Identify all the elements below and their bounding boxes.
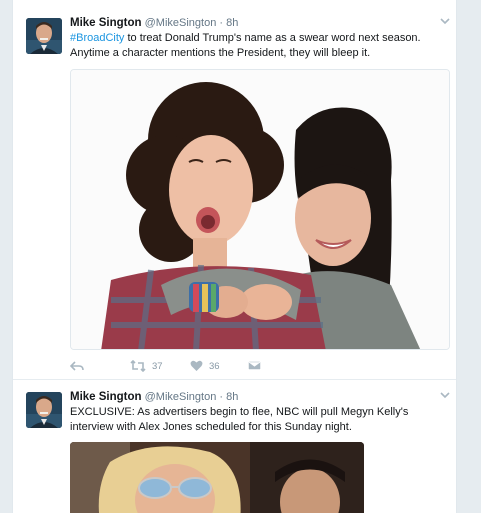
- retweet-button[interactable]: 37: [130, 360, 190, 372]
- like-count: 36: [209, 360, 220, 372]
- retweet-icon: [130, 360, 146, 372]
- tweet[interactable]: Mike Sington @MikeSington · 8h EXCLUSIVE…: [13, 380, 456, 513]
- author-handle[interactable]: @MikeSington: [145, 17, 217, 29]
- separator: ·: [219, 391, 224, 403]
- heart-icon: [190, 360, 203, 372]
- author-name[interactable]: Mike Sington: [70, 391, 142, 403]
- avatar[interactable]: [26, 392, 62, 428]
- timestamp[interactable]: 8h: [226, 391, 238, 403]
- timeline: Mike Sington @MikeSington · 8h #BroadCit…: [12, 0, 457, 513]
- tweet-header: Mike Sington @MikeSington · 8h: [70, 16, 446, 30]
- author-handle[interactable]: @MikeSington: [145, 391, 217, 403]
- timestamp[interactable]: 8h: [226, 17, 238, 29]
- tweet-photo[interactable]: [70, 69, 450, 350]
- direct-message-icon: [248, 361, 261, 372]
- avatar[interactable]: [26, 18, 62, 54]
- caret-down-icon[interactable]: [438, 14, 452, 28]
- separator: ·: [219, 17, 224, 29]
- tweet-actions: 37 36: [70, 358, 261, 374]
- tweet-photo[interactable]: [70, 442, 364, 513]
- tweet-header: Mike Sington @MikeSington · 8h: [70, 390, 446, 404]
- tweet-text: EXCLUSIVE: As advertisers begin to flee,…: [70, 406, 409, 433]
- hashtag-link[interactable]: #BroadCity: [70, 32, 124, 44]
- author-name[interactable]: Mike Sington: [70, 17, 142, 29]
- tweet[interactable]: Mike Sington @MikeSington · 8h #BroadCit…: [13, 6, 456, 380]
- reply-icon: [70, 360, 84, 372]
- direct-message-button[interactable]: [248, 361, 261, 372]
- like-button[interactable]: 36: [190, 360, 248, 372]
- tweet-text: #BroadCity to treat Donald Trump's name …: [70, 31, 450, 61]
- reply-button[interactable]: [70, 360, 130, 372]
- caret-down-icon[interactable]: [438, 388, 452, 402]
- retweet-count: 37: [152, 360, 163, 372]
